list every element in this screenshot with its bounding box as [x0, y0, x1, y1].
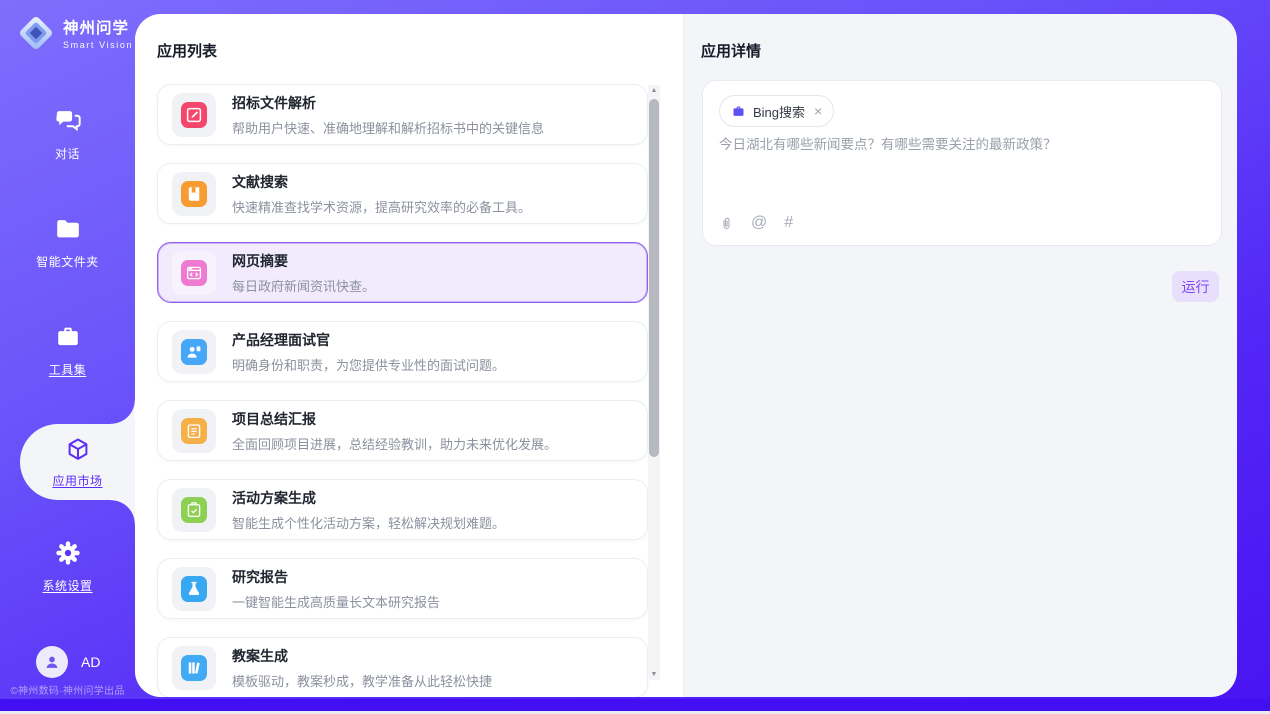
app-name: 项目总结汇报 — [232, 409, 557, 429]
app-name: 网页摘要 — [232, 251, 375, 271]
app-icon-box — [172, 646, 216, 690]
prompt-card: Bing搜索 × 今日湖北有哪些新闻要点？有哪些需要关注的最新政策？ @ # — [702, 80, 1222, 246]
scrollbar-thumb[interactable] — [649, 99, 659, 457]
app-list-title: 应用列表 — [157, 40, 217, 61]
sidebar-item-cube[interactable]: 应用市场 — [20, 424, 135, 500]
sidebar-item-label: 智能文件夹 — [36, 253, 99, 270]
user-name: AD — [81, 654, 100, 670]
app-list-item[interactable]: 项目总结汇报全面回顾项目进展，总结经验教训，助力未来优化发展。 — [157, 400, 648, 461]
folder-icon — [53, 214, 83, 244]
chat-icon — [53, 106, 83, 136]
input-toolbar: @ # — [719, 214, 793, 232]
book-icon — [181, 181, 207, 207]
app-list-panel: 应用列表 招标文件解析帮助用户快速、准确地理解和解析招标书中的关键信息文献搜索快… — [135, 14, 684, 697]
sidebar-item-label: 对话 — [55, 145, 80, 162]
bottom-bar — [0, 699, 1270, 711]
app-name: 教案生成 — [232, 646, 492, 666]
gear-icon — [53, 538, 83, 568]
copyright-footer: ©神州数码·神州问学出品 — [0, 682, 135, 697]
app-list-item[interactable]: 产品经理面试官明确身份和职责，为您提供专业性的面试问题。 — [157, 321, 648, 382]
app-list-item[interactable]: 研究报告一键智能生成高质量长文本研究报告 — [157, 558, 648, 619]
app-name: 研究报告 — [232, 567, 440, 587]
tool-chip-bing-search[interactable]: Bing搜索 × — [719, 95, 834, 127]
tool-chip-label: Bing搜索 — [753, 102, 805, 121]
brand-title: 神州问学 — [63, 21, 133, 37]
main-content: 应用列表 招标文件解析帮助用户快速、准确地理解和解析招标书中的关键信息文献搜索快… — [135, 14, 1237, 697]
prompt-input[interactable]: 今日湖北有哪些新闻要点？有哪些需要关注的最新政策？ — [719, 135, 1199, 199]
app-description: 一键智能生成高质量长文本研究报告 — [232, 592, 440, 611]
app-detail-panel: 应用详情 Bing搜索 × 今日湖北有哪些新闻要点？有哪些需要关注的最新政策？ — [683, 14, 1237, 697]
flask-icon — [181, 576, 207, 602]
app-list-item[interactable]: 网页摘要每日政府新闻资讯快查。 — [157, 242, 648, 303]
app-description: 帮助用户快速、准确地理解和解析招标书中的关键信息 — [232, 118, 544, 137]
briefcase-icon — [731, 104, 746, 119]
app-icon-box — [172, 409, 216, 453]
pen-square-icon — [181, 102, 207, 128]
app-description: 每日政府新闻资讯快查。 — [232, 276, 375, 295]
brand-logo: 神州问学 Smart Vision — [16, 13, 133, 58]
app-icon-box — [172, 567, 216, 611]
avatar — [36, 646, 68, 678]
app-name: 招标文件解析 — [232, 93, 544, 113]
app-icon-box — [172, 488, 216, 532]
app-list-item[interactable]: 教案生成模板驱动，教案秒成，教学准备从此轻松快捷 — [157, 637, 648, 697]
attachment-icon[interactable] — [719, 215, 734, 232]
app-icon-box — [172, 251, 216, 295]
user-profile[interactable]: AD — [36, 646, 100, 678]
mention-icon[interactable]: @ — [751, 214, 767, 232]
hash-icon[interactable]: # — [784, 214, 793, 232]
app-name: 活动方案生成 — [232, 488, 505, 508]
scrollbar[interactable]: ▲ ▼ — [648, 85, 660, 680]
app-name: 产品经理面试官 — [232, 330, 505, 350]
browser-code-icon — [181, 260, 207, 286]
app-icon-box — [172, 330, 216, 374]
app-name: 文献搜索 — [232, 172, 531, 192]
app-description: 快速精准查找学术资源，提高研究效率的必备工具。 — [232, 197, 531, 216]
books-icon — [181, 655, 207, 681]
app-icon-box — [172, 172, 216, 216]
sidebar-item-label: 系统设置 — [42, 577, 92, 594]
app-list-item[interactable]: 活动方案生成智能生成个性化活动方案，轻松解决规划难题。 — [157, 479, 648, 540]
app-list-item[interactable]: 文献搜索快速精准查找学术资源，提高研究效率的必备工具。 — [157, 163, 648, 224]
note-icon — [181, 418, 207, 444]
app-description: 明确身份和职责，为您提供专业性的面试问题。 — [232, 355, 505, 374]
app-icon-box — [172, 93, 216, 137]
brand-diamond-icon — [16, 13, 56, 58]
sidebar-item-toolbox[interactable]: 工具集 — [0, 322, 135, 378]
clipboard-check-icon — [181, 497, 207, 523]
scroll-down-icon[interactable]: ▼ — [648, 671, 660, 678]
app-detail-title: 应用详情 — [701, 40, 761, 61]
app-description: 智能生成个性化活动方案，轻松解决规划难题。 — [232, 513, 505, 532]
app-description: 模板驱动，教案秒成，教学准备从此轻松快捷 — [232, 671, 492, 690]
app-description: 全面回顾项目进展，总结经验教训，助力未来优化发展。 — [232, 434, 557, 453]
close-icon[interactable]: × — [814, 103, 822, 119]
sidebar-item-label: 工具集 — [49, 361, 87, 378]
run-button[interactable]: 运行 — [1172, 271, 1219, 302]
sidebar-item-chat[interactable]: 对话 — [0, 106, 135, 162]
scroll-up-icon[interactable]: ▲ — [648, 87, 660, 94]
cube-icon — [63, 435, 93, 465]
toolbox-icon — [53, 322, 83, 352]
sidebar: 神州问学 Smart Vision 对话智能文件夹工具集应用市场系统设置 AD … — [0, 0, 135, 699]
app-list-item[interactable]: 招标文件解析帮助用户快速、准确地理解和解析招标书中的关键信息 — [157, 84, 648, 145]
interviewer-icon — [181, 339, 207, 365]
brand-subtitle: Smart Vision — [63, 41, 133, 50]
sidebar-item-label: 应用市场 — [52, 472, 102, 489]
sidebar-item-gear[interactable]: 系统设置 — [0, 538, 135, 594]
sidebar-item-folder[interactable]: 智能文件夹 — [0, 214, 135, 270]
